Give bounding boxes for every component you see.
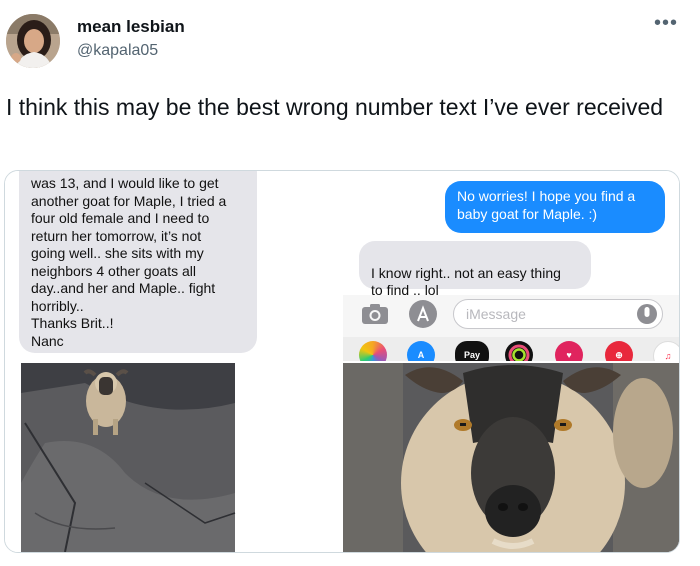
- received-message-text: I know right.. not an easy thing to find…: [371, 264, 561, 299]
- apple-pay-icon[interactable]: Pay: [455, 341, 489, 361]
- app-store-app-icon[interactable]: A: [407, 341, 435, 361]
- goat-photo-far[interactable]: [5, 363, 341, 552]
- microphone-icon[interactable]: [636, 303, 658, 330]
- screenshot-left[interactable]: was 13, and I would like to get another …: [5, 171, 341, 361]
- compose-bar: iMessage: [343, 295, 679, 337]
- tweet-media-grid[interactable]: was 13, and I would like to get another …: [4, 170, 680, 553]
- display-name[interactable]: mean lesbian: [77, 17, 185, 37]
- sent-message-bubble: No worries! I hope you find a baby goat …: [445, 181, 665, 233]
- avatar[interactable]: [6, 14, 60, 68]
- avatar-photo: [6, 14, 60, 68]
- imessage-app-drawer: A Pay ♥ ⊕ ♫: [343, 337, 679, 361]
- web-images-icon[interactable]: ⊕: [605, 341, 633, 361]
- goat-photo-far-image: [21, 363, 236, 552]
- more-dots-icon[interactable]: •••: [654, 12, 678, 35]
- camera-icon[interactable]: [361, 303, 389, 330]
- music-app-icon[interactable]: ♫: [653, 341, 679, 361]
- digital-touch-icon[interactable]: ♥: [555, 341, 583, 361]
- tweet-header: mean lesbian @kapala05 •••: [0, 0, 700, 80]
- tweet-text: I think this may be the best wrong numbe…: [6, 94, 664, 120]
- goat-photo-closeup[interactable]: [343, 363, 679, 552]
- imessage-placeholder: iMessage: [466, 306, 526, 322]
- received-message-bubble: I know right.. not an easy thing to find…: [359, 241, 591, 316]
- photos-app-icon[interactable]: [359, 341, 387, 361]
- imessage-input[interactable]: iMessage: [453, 299, 663, 329]
- user-handle[interactable]: @kapala05: [77, 42, 158, 60]
- received-message-bubble: was 13, and I would like to get another …: [19, 171, 257, 353]
- app-store-icon[interactable]: [407, 299, 439, 334]
- goat-photo-closeup-image: [343, 363, 679, 552]
- screenshot-right[interactable]: No worries! I hope you find a baby goat …: [343, 171, 679, 361]
- activity-rings-icon[interactable]: [505, 341, 533, 361]
